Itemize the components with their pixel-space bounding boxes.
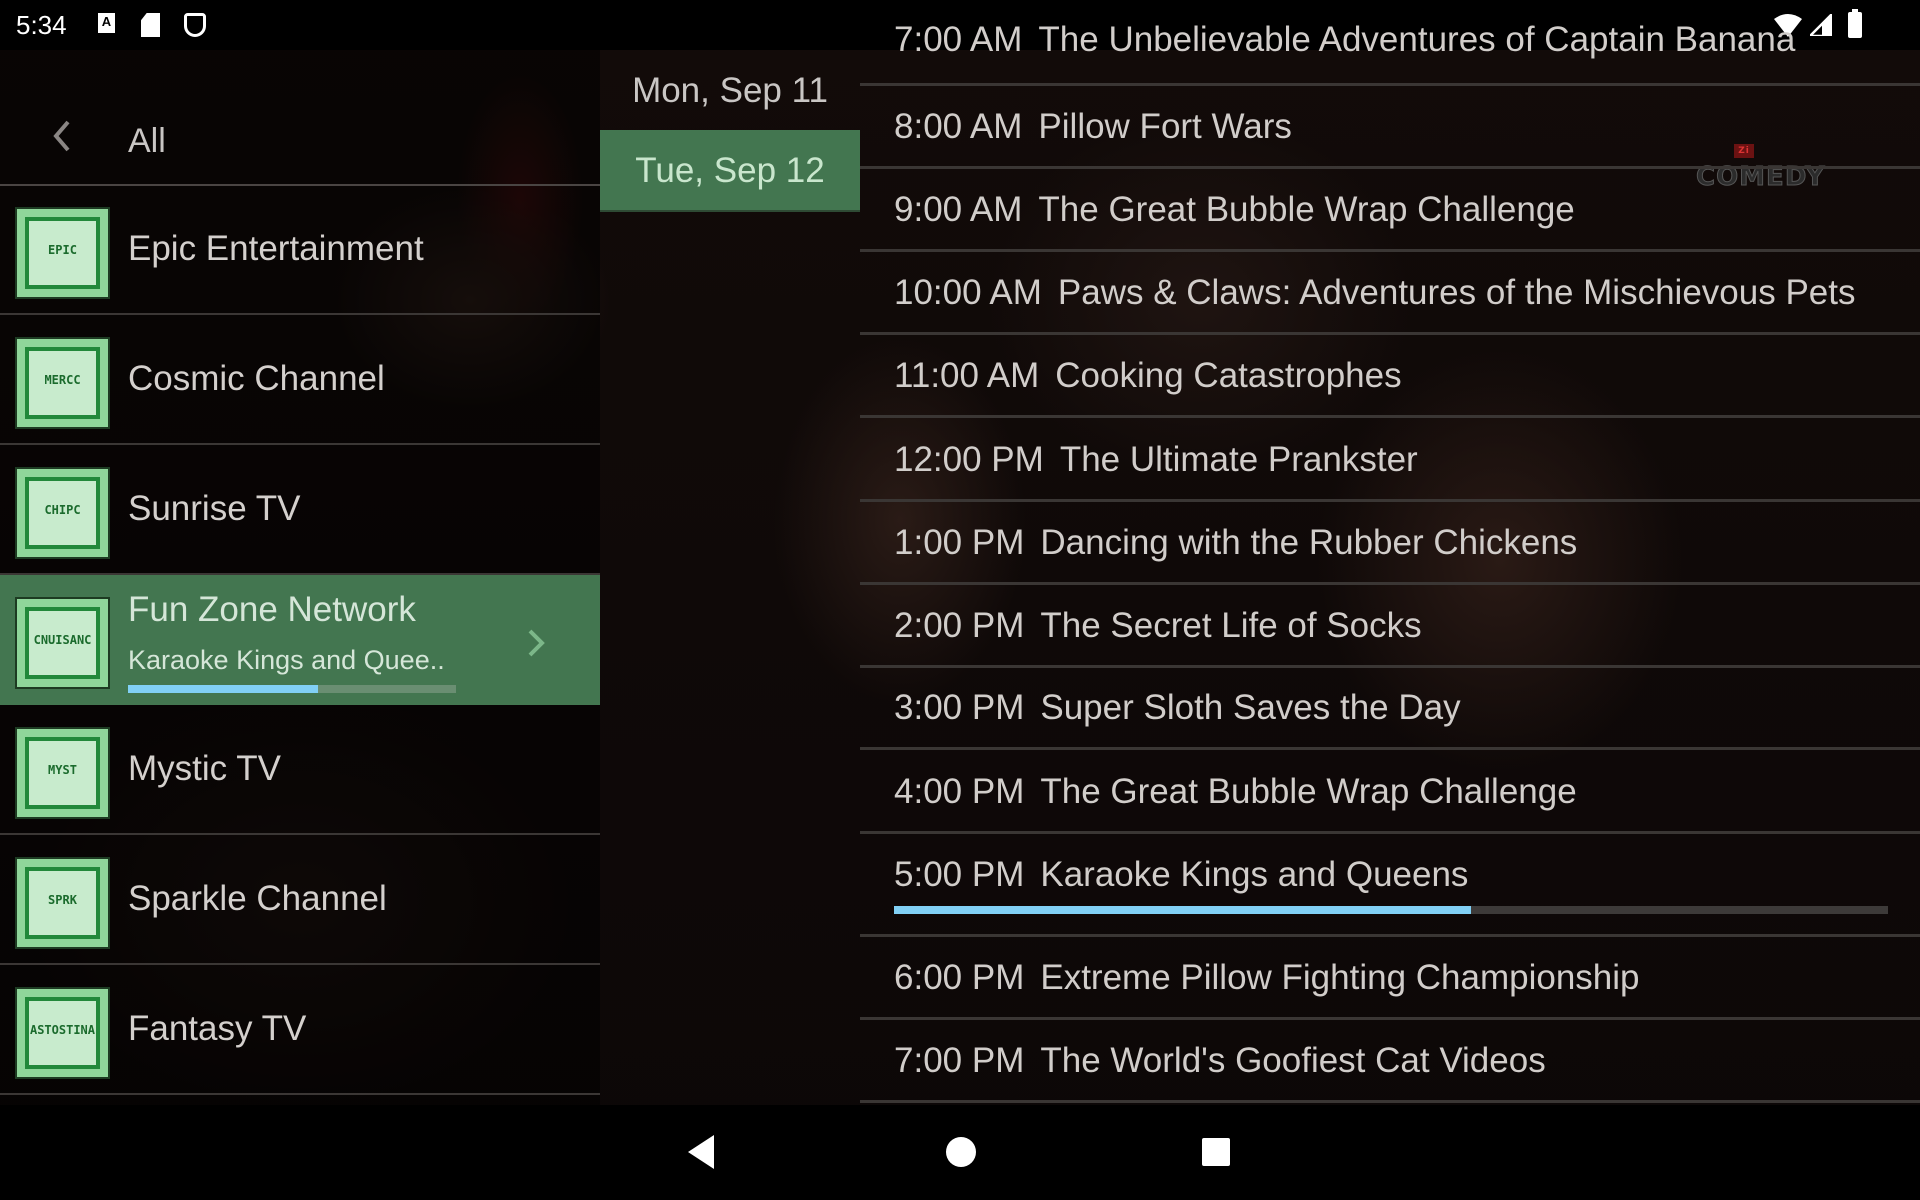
program-text: 8:00 AM Pillow Fort Wars bbox=[894, 107, 1292, 147]
panel-header: All bbox=[0, 80, 600, 185]
program-time: 7:00 AM bbox=[894, 20, 1023, 59]
channel-logo: MYST bbox=[15, 727, 110, 819]
program-row[interactable]: 12:00 PM The Ultimate Prankster bbox=[860, 419, 1920, 502]
channel-logo: CNUISANC bbox=[15, 597, 110, 689]
program-time: 6:00 PM bbox=[894, 958, 1025, 997]
program-row[interactable]: 7:00 AM The Unbelievable Adventures of Ca… bbox=[860, 0, 1920, 86]
program-text: 7:00 AM The Unbelievable Adventures of Ca… bbox=[894, 20, 1795, 60]
channel-name: Sparkle Channel bbox=[128, 879, 387, 918]
channel-logo: EPIC bbox=[15, 207, 110, 299]
program-time: 4:00 PM bbox=[894, 772, 1025, 811]
program-title: The Great Bubble Wrap Challenge bbox=[1040, 772, 1577, 811]
chevron-left-icon bbox=[53, 120, 70, 152]
program-title: The World's Goofiest Cat Videos bbox=[1040, 1041, 1546, 1080]
program-text: 9:00 AM The Great Bubble Wrap Challenge bbox=[894, 190, 1575, 230]
program-row[interactable]: 7:00 PM The World's Goofiest Cat Videos bbox=[860, 1020, 1920, 1103]
program-row[interactable]: 8:00 AM Pillow Fort Wars bbox=[860, 86, 1920, 169]
program-row[interactable]: 3:00 PM Super Sloth Saves the Day bbox=[860, 667, 1920, 750]
now-playing-title: Karaoke Kings and Quee.. bbox=[128, 645, 445, 675]
program-row-now-playing[interactable]: 5:00 PM Karaoke Kings and Queens bbox=[860, 834, 1920, 937]
channel-logo: ASTOSTINA bbox=[15, 987, 110, 1079]
program-progress-bar bbox=[894, 906, 1888, 914]
program-schedule-list[interactable]: 7:00 AM The Unbelievable Adventures of Ca… bbox=[860, 0, 1920, 1105]
program-row[interactable]: 2:00 PM The Secret Life of Socks bbox=[860, 585, 1920, 668]
date-column: Mon, Sep 11 Tue, Sep 12 bbox=[600, 50, 860, 1105]
channel-panel: All EPIC Epic Entertainment MERCC Cosmic… bbox=[0, 50, 600, 1105]
program-title: Extreme Pillow Fighting Championship bbox=[1040, 958, 1640, 997]
navigation-bar bbox=[0, 1105, 1920, 1200]
program-title: Paws & Claws: Adventures of the Mischiev… bbox=[1057, 273, 1856, 312]
program-title: Pillow Fort Wars bbox=[1038, 107, 1292, 146]
program-row[interactable]: 6:00 PM Extreme Pillow Fighting Champions… bbox=[860, 937, 1920, 1020]
channel-name: Sunrise TV bbox=[128, 489, 301, 528]
program-row[interactable]: 1:00 PM Dancing with the Rubber Chickens bbox=[860, 502, 1920, 585]
channel-progress-fill bbox=[128, 685, 319, 693]
channel-row-mystic-tv[interactable]: MYST Mystic TV bbox=[0, 705, 600, 835]
program-time: 7:00 PM bbox=[894, 1041, 1025, 1080]
program-title: Cooking Catastrophes bbox=[1055, 356, 1402, 395]
program-text: 10:00 AM Paws & Claws: Adventures of the … bbox=[894, 273, 1855, 313]
channel-name: Fantasy TV bbox=[128, 1009, 307, 1048]
category-title: All bbox=[128, 122, 166, 160]
channel-row-fun-zone-network[interactable]: CNUISANC Fun Zone Network Karaoke Kings … bbox=[0, 575, 600, 705]
chevron-right-icon[interactable] bbox=[522, 623, 550, 663]
nav-home-icon[interactable] bbox=[946, 1137, 976, 1167]
program-title: Dancing with the Rubber Chickens bbox=[1040, 523, 1578, 562]
channel-name: Mystic TV bbox=[128, 749, 281, 788]
channel-row-sparkle-channel[interactable]: SPRK Sparkle Channel bbox=[0, 835, 600, 965]
channel-logo: SPRK bbox=[15, 857, 110, 949]
program-row[interactable]: 4:00 PM The Great Bubble Wrap Challenge bbox=[860, 751, 1920, 834]
program-time: 11:00 AM bbox=[894, 356, 1040, 395]
program-time: 3:00 PM bbox=[894, 688, 1025, 727]
channel-progress-bar bbox=[128, 685, 456, 693]
program-row[interactable]: 9:00 AM The Great Bubble Wrap Challenge bbox=[860, 169, 1920, 252]
program-time: 8:00 AM bbox=[894, 107, 1023, 146]
a-notification-icon: A bbox=[98, 13, 115, 33]
program-progress-fill bbox=[894, 906, 1471, 914]
channel-name: Fun Zone Network bbox=[128, 590, 416, 629]
channel-logo: CHIPC bbox=[15, 467, 110, 559]
program-title: Super Sloth Saves the Day bbox=[1040, 688, 1461, 727]
program-time: 12:00 PM bbox=[894, 440, 1044, 479]
program-text: 4:00 PM The Great Bubble Wrap Challenge bbox=[894, 772, 1577, 812]
channel-name: Cosmic Channel bbox=[128, 359, 385, 398]
channel-name: Epic Entertainment bbox=[128, 229, 424, 268]
sd-card-icon bbox=[141, 13, 160, 37]
program-time: 10:00 AM bbox=[894, 273, 1042, 312]
program-text: 7:00 PM The World's Goofiest Cat Videos bbox=[894, 1041, 1546, 1081]
back-button[interactable] bbox=[44, 116, 80, 156]
program-text: 6:00 PM Extreme Pillow Fighting Champions… bbox=[894, 958, 1640, 998]
program-text: 3:00 PM Super Sloth Saves the Day bbox=[894, 688, 1461, 728]
channel-row-cosmic-channel[interactable]: MERCC Cosmic Channel bbox=[0, 315, 600, 445]
status-time: 5:34 bbox=[16, 10, 67, 40]
program-time: 9:00 AM bbox=[894, 190, 1023, 229]
program-title: The Great Bubble Wrap Challenge bbox=[1038, 190, 1575, 229]
program-row[interactable]: 11:00 AM Cooking Catastrophes bbox=[860, 335, 1920, 418]
channel-row-fantasy-tv[interactable]: ASTOSTINA Fantasy TV bbox=[0, 965, 600, 1095]
channel-logo: MERCC bbox=[15, 337, 110, 429]
program-time: 1:00 PM bbox=[894, 523, 1025, 562]
program-title: Karaoke Kings and Queens bbox=[1040, 855, 1469, 894]
nav-back-icon[interactable] bbox=[686, 1135, 718, 1169]
program-title: The Unbelievable Adventures of Captain B… bbox=[1038, 20, 1796, 59]
channel-row-sunrise-tv[interactable]: CHIPC Sunrise TV bbox=[0, 445, 600, 575]
program-text: 2:00 PM The Secret Life of Socks bbox=[894, 606, 1422, 646]
program-title: The Ultimate Prankster bbox=[1059, 440, 1418, 479]
channel-list: EPIC Epic Entertainment MERCC Cosmic Cha… bbox=[0, 185, 600, 1095]
program-text: 1:00 PM Dancing with the Rubber Chickens bbox=[894, 523, 1577, 563]
channel-row-epic-entertainment[interactable]: EPIC Epic Entertainment bbox=[0, 185, 600, 315]
date-item-mon-sep-11[interactable]: Mon, Sep 11 bbox=[600, 50, 860, 132]
date-item-tue-sep-12[interactable]: Tue, Sep 12 bbox=[600, 130, 860, 212]
nav-recents-icon[interactable] bbox=[1202, 1138, 1230, 1166]
program-title: The Secret Life of Socks bbox=[1040, 606, 1422, 645]
android-debug-icon bbox=[184, 13, 206, 37]
program-text: 5:00 PM Karaoke Kings and Queens bbox=[894, 855, 1468, 895]
program-text: 12:00 PM The Ultimate Prankster bbox=[894, 440, 1418, 480]
program-time: 5:00 PM bbox=[894, 855, 1025, 894]
program-time: 2:00 PM bbox=[894, 606, 1025, 645]
program-row[interactable]: 10:00 AM Paws & Claws: Adventures of the … bbox=[860, 252, 1920, 335]
program-text: 11:00 AM Cooking Catastrophes bbox=[894, 356, 1402, 396]
